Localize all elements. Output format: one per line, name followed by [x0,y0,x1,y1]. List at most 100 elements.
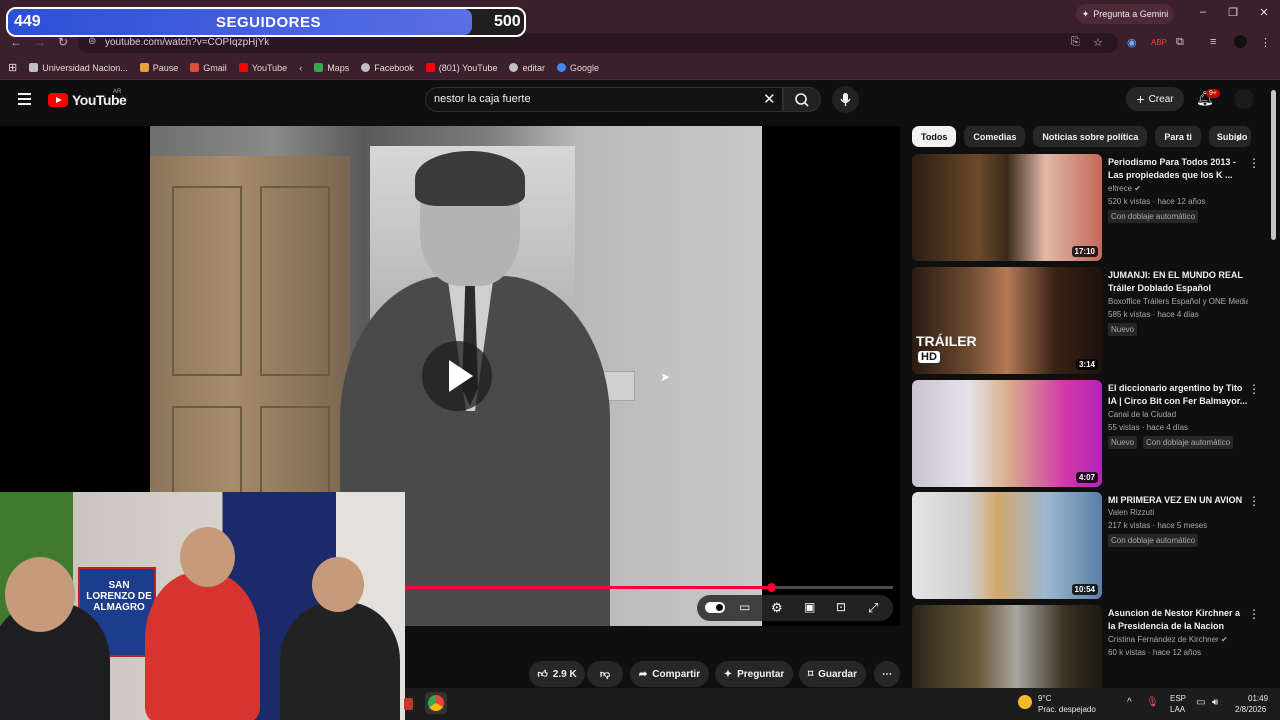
profile-avatar[interactable] [1234,35,1247,48]
clock-time[interactable]: 01:49 [1248,694,1268,703]
video-thumbnail[interactable]: TRÁILER HD 3:14 [912,267,1102,374]
weather-temp[interactable]: 9°C [1038,694,1051,703]
bookmark-item[interactable]: Google [556,63,599,73]
bookmark-item[interactable]: Facebook [361,63,414,73]
more-actions-button[interactable]: ⋯ [874,661,900,687]
progress-scrubber[interactable] [767,583,776,592]
video-badge: Con doblaje automático [1108,534,1199,547]
volume-icon[interactable]: 🔊︎ [1212,697,1218,708]
bookmark-item[interactable]: Pause [139,63,178,73]
extension-icon[interactable]: ◉ [1127,36,1137,49]
channel-name[interactable]: Boxoffice Tráilers Español y ONE Media .… [1108,297,1248,306]
taskbar-app-icon[interactable] [404,698,413,710]
video-badge: Con doblaje automático [1108,210,1199,223]
bookmark-item[interactable]: YouTube [238,63,287,73]
site-info-icon[interactable]: ⊜ [88,36,96,47]
country-code: AR [113,89,122,95]
sparkle-icon: ✦ [723,668,733,680]
like-button[interactable]: 👍︎ 2.9 K [529,661,585,687]
bookmark-item[interactable]: Maps [314,63,349,73]
recommendation-item[interactable]: 4:07 El diccionario argentino by Tito IA… [912,380,1262,487]
chip-para-ti[interactable]: Para ti [1155,126,1201,147]
more-icon[interactable]: ⋮ [1248,156,1260,170]
weather-icon[interactable] [1018,695,1032,709]
minimize-icon[interactable]: – [1196,6,1210,18]
voice-search-button[interactable] [832,86,859,113]
chip-noticias[interactable]: Noticias sobre política [1033,126,1148,147]
video-title[interactable]: Periodismo Para Todos 2013 - Las propied… [1108,156,1248,182]
restore-icon[interactable]: ❐ [1226,6,1240,19]
play-button[interactable] [422,341,492,411]
apps-icon[interactable]: ⊞ [8,61,17,74]
clock-date[interactable]: 2/8/2026 [1235,705,1266,714]
keyboard-layout[interactable]: LAA [1170,705,1185,714]
chip-todos[interactable]: Todos [912,126,957,147]
url-text[interactable]: youtube.com/watch?v=COPIqzpHjYk [105,37,269,48]
more-icon[interactable]: ⋮ [1248,494,1260,508]
more-icon: ⋯ [882,668,892,680]
subtitles-icon[interactable]: ▭ [739,600,750,614]
back-icon[interactable]: ← [10,35,22,49]
video-thumbnail[interactable]: 10:54 [912,492,1102,599]
extensions-icon[interactable]: ⧉ [1176,36,1184,49]
channel-name[interactable]: Canal de la Ciudad [1108,410,1248,419]
forward-icon[interactable]: → [34,35,46,49]
reload-icon[interactable]: ↻ [58,35,68,49]
create-button[interactable]: + Crear [1126,87,1184,111]
dislike-button[interactable]: 👎︎ [587,661,623,687]
ask-button[interactable]: ✦ Preguntar [715,661,793,687]
settings-icon[interactable]: ⚙ [771,600,783,616]
scrollbar[interactable] [1271,90,1276,240]
network-icon[interactable]: ▭ [1196,697,1205,708]
video-thumbnail[interactable] [912,605,1102,688]
chip-comedias[interactable]: Comedias [964,126,1026,147]
video-thumbnail[interactable]: 17:10 [912,154,1102,261]
bookmark-item[interactable]: (801) YouTube [425,63,497,73]
guide-menu-icon[interactable] [18,93,31,108]
bookmark-item[interactable]: Universidad Nacion... [29,63,128,73]
video-title[interactable]: Asuncion de Nestor Kirchner a la Preside… [1108,607,1248,633]
gemini-button[interactable]: ✦ Pregunta a Gemini [1076,4,1174,24]
chevron-right-icon[interactable]: › [1236,129,1241,145]
account-avatar[interactable] [1234,89,1254,109]
language-indicator[interactable]: ESP [1170,694,1186,703]
search-button[interactable] [783,87,821,112]
clear-search-icon[interactable]: ✕ [763,90,776,108]
thumbnail-text: TRÁILER [916,333,977,349]
recommendation-item[interactable]: 17:10 Periodismo Para Todos 2013 - Las p… [912,154,1262,261]
more-icon[interactable]: ⋮ [1248,607,1260,621]
search-query[interactable]: nestor la caja fuerte [434,93,531,105]
video-title[interactable]: MI PRIMERA VEZ EN UN AVION [1108,494,1248,507]
video-title[interactable]: El diccionario argentino by Tito IA | Ci… [1108,382,1248,408]
recommendation-item[interactable]: Asuncion de Nestor Kirchner a la Preside… [912,605,1262,688]
theater-mode-icon[interactable]: ▣ [804,600,815,614]
close-window-icon[interactable]: ✕ [1257,6,1271,19]
fullscreen-icon[interactable]: ⤢ [868,600,878,616]
video-title[interactable]: JUMANJI: EN EL MUNDO REAL Tráiler Doblad… [1108,269,1248,295]
save-button[interactable]: ⌑ Guardar [799,661,866,687]
bookmark-folder-arrow-icon[interactable]: ‹ [299,63,302,73]
channel-name-row[interactable]: Cristina Fernández de Kirchner ✔ [1108,635,1248,644]
menu-icon[interactable]: ⋮ [1260,36,1271,49]
channel-name[interactable]: Valen Rizzuti [1108,508,1248,517]
more-icon[interactable]: ⋮ [1248,382,1260,396]
channel-name-row[interactable]: eltrece ✔ [1108,184,1248,193]
adblock-icon[interactable]: ABP [1151,38,1167,47]
install-app-icon[interactable]: ⎘ [1071,36,1080,49]
cast-icon[interactable]: ⊡ [836,600,846,614]
chip-subido[interactable]: Subido [1208,126,1251,147]
recommendation-item[interactable]: 10:54 MI PRIMERA VEZ EN UN AVION Valen R… [912,492,1262,599]
video-thumbnail[interactable]: 4:07 [912,380,1102,487]
thumbs-up-icon: 👍︎ [537,669,548,680]
bookmark-item[interactable]: Gmail [190,63,227,73]
tray-chevron-icon[interactable]: ^ [1127,697,1132,708]
recommendation-item[interactable]: TRÁILER HD 3:14 JUMANJI: EN EL MUNDO REA… [912,267,1262,374]
microphone-tray-icon[interactable]: 🎙︎ [1146,697,1159,708]
share-button[interactable]: ➦ Compartir [630,661,709,687]
media-icon[interactable]: ≡ [1210,36,1216,48]
bookmark-star-icon[interactable]: ☆ [1093,36,1103,49]
autoplay-toggle[interactable] [705,602,725,613]
bookmark-item[interactable]: editar [509,63,545,73]
weather-text[interactable]: Prac. despejado [1038,705,1096,714]
google-icon [556,63,566,72]
